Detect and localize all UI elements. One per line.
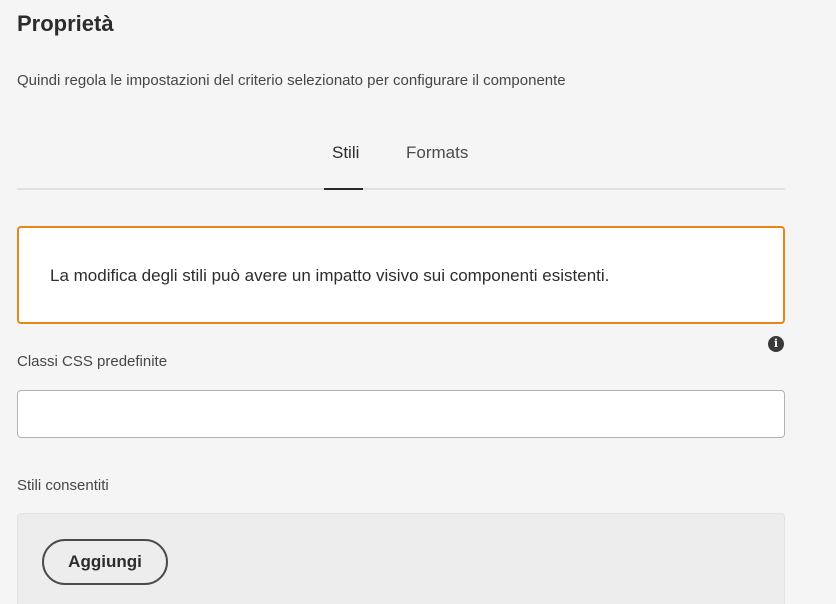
- info-icon[interactable]: i: [768, 336, 784, 352]
- add-style-button[interactable]: Aggiungi: [42, 539, 168, 585]
- properties-panel: Proprietà Quindi regola le impostazioni …: [0, 0, 836, 604]
- css-classes-input[interactable]: [17, 390, 785, 438]
- css-classes-label: Classi CSS predefinite: [17, 353, 168, 370]
- tab-list: Stili Formats: [17, 130, 785, 190]
- warning-alert: La modifica degli stili può avere un imp…: [17, 226, 785, 324]
- tab-stili[interactable]: Stili: [332, 143, 359, 163]
- page-title: Proprietà: [17, 11, 114, 36]
- allowed-styles-container: Aggiungi: [17, 513, 785, 604]
- page-subtitle: Quindi regola le impostazioni del criter…: [17, 72, 566, 89]
- tab-track: [17, 188, 785, 190]
- tab-formats[interactable]: Formats: [406, 143, 468, 163]
- tab-selected-indicator: [324, 188, 363, 190]
- warning-alert-text: La modifica degli stili può avere un imp…: [50, 266, 610, 285]
- allowed-styles-label: Stili consentiti: [17, 477, 109, 494]
